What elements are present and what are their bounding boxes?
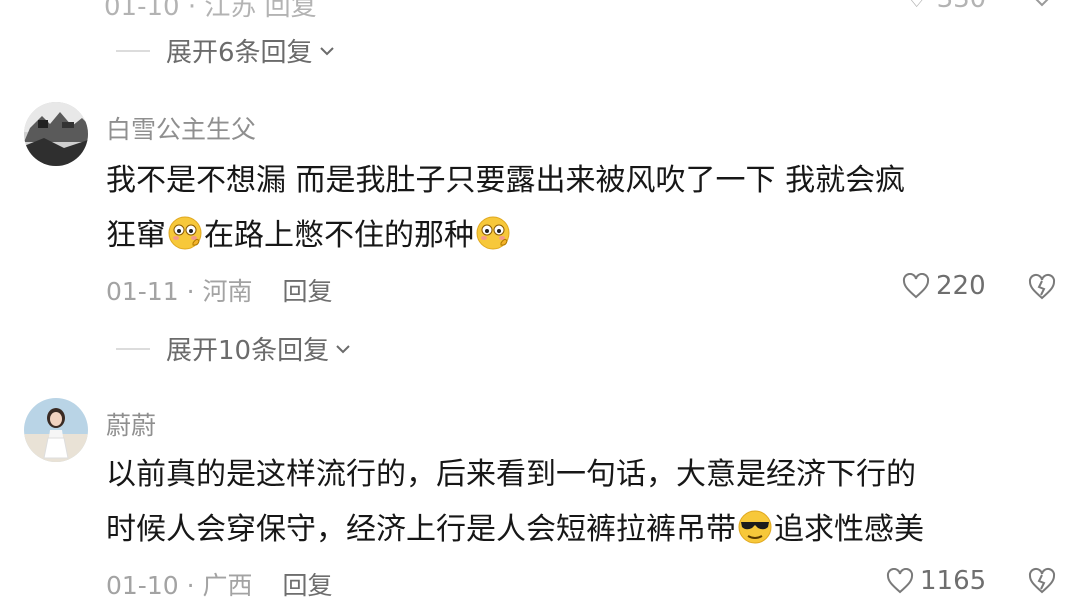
avatar-image <box>24 398 88 462</box>
avatar[interactable] <box>24 102 88 166</box>
previous-comment-meta: 01-10 · 江苏 回复 <box>104 0 317 22</box>
reply-button[interactable]: 回复 <box>283 272 333 308</box>
dislike-icon[interactable] <box>1028 273 1056 301</box>
chevron-down-icon <box>319 46 334 55</box>
comment-username[interactable]: 白雪公主生父 <box>106 110 256 146</box>
expand-replies-button[interactable]: 展开10条回复 <box>116 330 351 367</box>
like-count: 1165 <box>920 566 987 596</box>
comment-text-line: 我不是不想漏 而是我肚子只要露出来被风吹了一下 我就会疯 <box>106 163 906 198</box>
heart-icon: ♡ <box>905 0 928 14</box>
heart-icon <box>902 273 930 299</box>
expand-replies-button[interactable]: 展开6条回复 <box>116 32 335 69</box>
grimacing-shy-emoji-icon <box>476 216 510 250</box>
dislike-icon[interactable] <box>1030 0 1054 8</box>
divider-line <box>116 49 150 52</box>
comment-text-line: 时候人会穿保守，经济上行是人会短裤拉裤吊带 追求性感美 <box>106 505 924 555</box>
grimacing-shy-emoji-icon <box>168 216 202 250</box>
divider-line <box>116 347 150 350</box>
like-button[interactable]: 1165 <box>886 566 986 596</box>
dislike-icon[interactable] <box>1028 567 1056 595</box>
comment-date-location: 01-10 · 广西 <box>106 571 253 600</box>
comment-date-location: 01-11 · 河南 <box>106 277 253 306</box>
comment-username[interactable]: 蔚蔚 <box>106 406 156 442</box>
comment-meta: 01-11 · 河南 回复 <box>106 272 333 308</box>
like-count: 220 <box>936 271 986 301</box>
reply-button[interactable]: 回复 <box>283 566 333 602</box>
avatar[interactable] <box>24 398 88 462</box>
sunglasses-emoji-icon <box>738 510 772 544</box>
heart-icon <box>886 568 914 594</box>
comment-meta: 01-10 · 广西 回复 <box>106 566 333 602</box>
comment-text-line: 以前真的是这样流行的，后来看到一句话，大意是经济下行的 <box>106 457 916 492</box>
comment-text-line: 狂窜 在路上憋不住的那种 <box>106 211 512 261</box>
avatar-image <box>24 102 88 166</box>
like-button[interactable]: 220 <box>902 271 986 301</box>
chevron-down-icon <box>336 344 350 353</box>
previous-comment-like-count[interactable]: ♡ 330 <box>905 0 986 14</box>
